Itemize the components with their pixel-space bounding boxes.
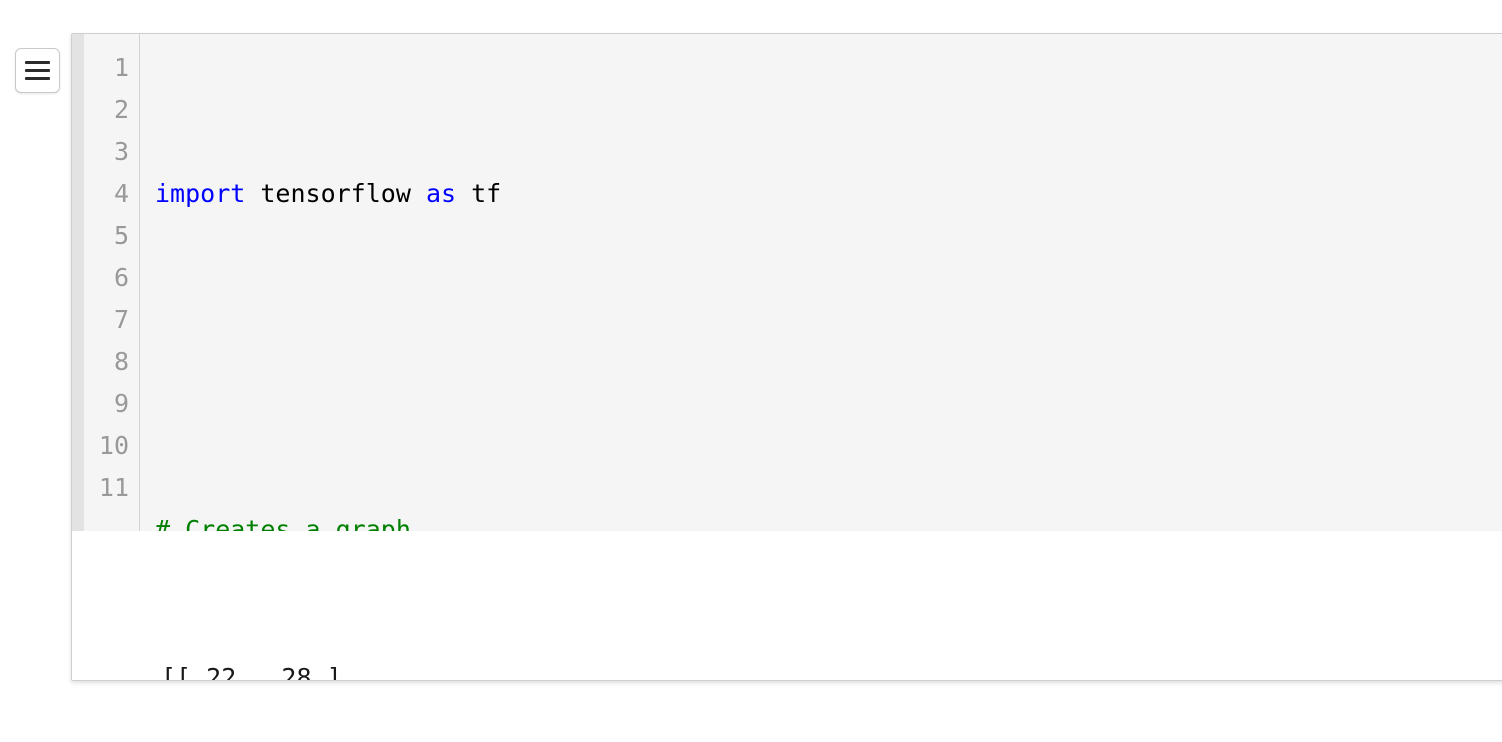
code-line-3: # Creates a graph. [155, 509, 1502, 531]
line-number: 7 [113, 305, 129, 334]
line-number: 10 [98, 431, 129, 460]
hamburger-menu-button[interactable] [15, 48, 60, 93]
hamburger-icon-bar-1 [25, 61, 50, 64]
output-line: [[ 22. 28.] [161, 663, 342, 681]
token-comment: # Creates a graph. [155, 515, 426, 531]
token-plain: tf [456, 179, 502, 208]
token-plain: tensorflow [245, 179, 426, 208]
code-editor-text[interactable]: import tensorflow as tf # Creates a grap… [140, 34, 1502, 531]
page-root: 1 2 3 4 5 6 7 8 9 10 11 import tensorflo… [0, 0, 1502, 742]
line-number: 6 [113, 263, 129, 292]
code-input-area[interactable]: 1 2 3 4 5 6 7 8 9 10 11 import tensorflo… [72, 34, 1502, 531]
line-number: 1 [113, 53, 129, 82]
line-number: 4 [113, 179, 129, 208]
line-number: 11 [98, 473, 129, 502]
code-line-1: import tensorflow as tf [155, 173, 1502, 215]
cell-output-area: [[ 22. 28.] [ 49. 64.]] [72, 531, 1502, 681]
cell-selection-strip [72, 34, 84, 531]
hamburger-icon-bar-3 [25, 77, 50, 80]
line-number: 5 [113, 221, 129, 250]
line-number: 3 [113, 137, 129, 166]
token-keyword: import [155, 179, 246, 208]
hamburger-icon-bar-2 [25, 69, 50, 72]
line-number: 9 [113, 389, 129, 418]
token-keyword: as [425, 179, 457, 208]
line-number-gutter: 1 2 3 4 5 6 7 8 9 10 11 [84, 34, 140, 531]
notebook-cell: 1 2 3 4 5 6 7 8 9 10 11 import tensorflo… [71, 33, 1502, 681]
line-number: 2 [113, 95, 129, 124]
line-number: 8 [113, 347, 129, 376]
